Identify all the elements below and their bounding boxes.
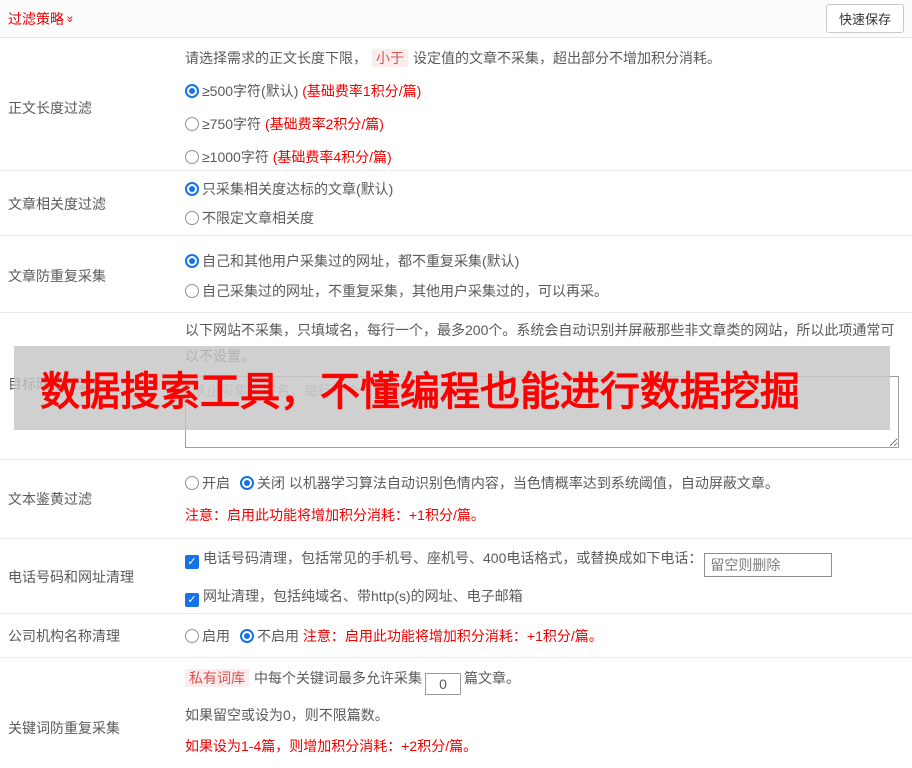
radio-porn-off[interactable]: [240, 476, 254, 490]
radio-relevance-any[interactable]: [185, 211, 199, 225]
option-relevance-default[interactable]: 只采集相关度达标的文章(默认): [185, 179, 900, 199]
option-1000-text: ≥1000字符: [202, 149, 269, 165]
porn-filter-label: 文本鉴黄过滤: [8, 491, 92, 507]
phone-cleanup-text: 电话号码清理，包括常见的手机号、座机号、400电话格式，或替换成如下电话：: [203, 550, 703, 566]
intro-before: 请选择需求的正文长度下限，: [185, 50, 367, 66]
porn-filter-options: 开启 关闭 以机器学习算法自动识别色情内容，当色情概率达到系统阈值，自动屏蔽文章。: [185, 473, 900, 493]
keyword-note-fee: 如果设为1-4篇，则增加积分消耗：+2积分/篇。: [185, 738, 478, 754]
replacement-phone-input[interactable]: [704, 553, 833, 577]
row-phone-url-cleanup: 电话号码和网址清理 ✓ 电话号码清理，包括常见的手机号、座机号、400电话格式，或…: [0, 539, 912, 614]
radio-company-off[interactable]: [240, 629, 254, 643]
promo-banner-overlay: 数据搜索工具，不懂编程也能进行数据挖掘: [14, 346, 890, 430]
phone-url-content: ✓ 电话号码清理，包括常见的手机号、座机号、400电话格式，或替换成如下电话： ✓…: [185, 547, 912, 607]
option-1000-fee-note: (基础费率4积分/篇): [272, 149, 392, 165]
less-than-tag: 小于: [372, 49, 408, 67]
company-cleanup-content: 启用 不启用 注意：启用此功能将增加积分消耗：+1积分/篇。: [185, 625, 912, 647]
content-length-options: 请选择需求的正文长度下限， 小于 设定值的文章不采集，超出部分不增加积分消耗。 ≥5…: [185, 48, 912, 167]
keyword-limit-line: 私有词库中每个关键词最多允许采集 篇文章。: [185, 667, 900, 695]
company-cleanup-label: 公司机构名称清理: [8, 628, 120, 644]
keyword-limit-before: 中每个关键词最多允许采集: [254, 670, 422, 686]
porn-filter-note: 注意：启用此功能将增加积分消耗：+1积分/篇。: [185, 507, 485, 523]
promo-banner-text: 数据搜索工具，不懂编程也能进行数据挖掘: [40, 370, 800, 414]
porn-on-text: 开启: [202, 475, 230, 491]
phone-url-label: 电话号码和网址清理: [8, 569, 134, 585]
porn-off-text: 关闭: [257, 475, 285, 491]
radio-relevance-default[interactable]: [185, 182, 199, 196]
keyword-dedup-label: 关键词防重复采集: [8, 719, 120, 736]
option-relevance-any-text: 不限定文章相关度: [202, 210, 314, 226]
radio-500-chars[interactable]: [185, 84, 199, 98]
radio-company-on[interactable]: [185, 629, 199, 643]
phone-cleanup-option: ✓ 电话号码清理，包括常见的手机号、座机号、400电话格式，或替换成如下电话：: [185, 547, 900, 577]
option-750-text: ≥750字符: [202, 116, 262, 132]
option-dedup-self-text: 自己采集过的网址，不重复采集，其他用户采集过的，可以再采。: [202, 283, 608, 299]
company-off-text: 不启用: [257, 628, 299, 644]
option-dedup-self[interactable]: 自己采集过的网址，不重复采集，其他用户采集过的，可以再采。: [185, 281, 900, 301]
private-lexicon-tag: 私有词库: [185, 669, 249, 687]
page-title[interactable]: 过滤策略 »: [8, 9, 78, 29]
relevance-label: 文章相关度过滤: [8, 195, 106, 212]
radio-dedup-all[interactable]: [185, 254, 199, 268]
porn-filter-content: 开启 关闭 以机器学习算法自动识别色情内容，当色情概率达到系统阈值，自动屏蔽文章。…: [185, 473, 912, 525]
row-relevance-filter: 文章相关度过滤 只采集相关度达标的文章(默认) 不限定文章相关度: [0, 171, 912, 236]
radio-1000-chars[interactable]: [185, 150, 199, 164]
quick-save-button[interactable]: 快速保存: [825, 4, 904, 33]
row-keyword-dedup: 关键词防重复采集 私有词库中每个关键词最多允许采集 篇文章。 如果留空或设为0，则…: [0, 658, 912, 768]
page-title-text: 过滤策略: [8, 10, 64, 27]
keyword-note-unlimited: 如果留空或设为0，则不限篇数。: [185, 707, 389, 723]
chevron-down-icon: »: [63, 15, 78, 22]
option-750-fee-note: (基础费率2积分/篇): [264, 116, 384, 132]
row-porn-filter: 文本鉴黄过滤 开启 关闭 以机器学习算法自动识别色情内容，当色情概率达到系统阈值，…: [0, 460, 912, 539]
relevance-options: 只采集相关度达标的文章(默认) 不限定文章相关度: [185, 179, 912, 228]
keyword-dedup-content: 私有词库中每个关键词最多允许采集 篇文章。 如果留空或设为0，则不限篇数。 如果设…: [185, 667, 912, 768]
radio-750-chars[interactable]: [185, 117, 199, 131]
content-length-label: 正文长度过滤: [8, 99, 92, 116]
row-content-length-filter: 正文长度过滤 请选择需求的正文长度下限， 小于 设定值的文章不采集，超出部分不增加积…: [0, 38, 912, 171]
keyword-limit-input[interactable]: [425, 673, 461, 695]
porn-filter-desc: 以机器学习算法自动识别色情内容，当色情概率达到系统阈值，自动屏蔽文章。: [288, 475, 779, 491]
option-relevance-default-text: 只采集相关度达标的文章(默认): [202, 181, 394, 197]
dedup-label: 文章防重复采集: [8, 268, 106, 284]
option-500-fee-note: (基础费率1积分/篇): [302, 83, 422, 99]
radio-dedup-self[interactable]: [185, 284, 199, 298]
company-cleanup-note: 注意：启用此功能将增加积分消耗：+1积分/篇。: [302, 628, 603, 644]
dedup-options: 自己和其他用户采集过的网址，都不重复采集(默认) 自己采集过的网址，不重复采集，…: [185, 251, 912, 301]
option-dedup-all[interactable]: 自己和其他用户采集过的网址，都不重复采集(默认): [185, 251, 900, 271]
page-header: 过滤策略 » 快速保存: [0, 0, 912, 38]
keyword-limit-after: 篇文章。: [464, 670, 520, 686]
intro-after: 设定值的文章不采集，超出部分不增加积分消耗。: [413, 50, 721, 66]
option-dedup-all-text: 自己和其他用户采集过的网址，都不重复采集(默认): [202, 253, 520, 269]
option-500-chars[interactable]: ≥500字符(默认) (基础费率1积分/篇): [185, 81, 900, 101]
radio-porn-on[interactable]: [185, 476, 199, 490]
url-cleanup-text: 网址清理，包括纯域名、带http(s)的网址、电子邮箱: [203, 588, 523, 604]
filter-strategy-page: 过滤策略 » 快速保存 正文长度过滤 请选择需求的正文长度下限， 小于 设定值的文章…: [0, 0, 912, 768]
row-company-cleanup: 公司机构名称清理 启用 不启用 注意：启用此功能将增加积分消耗：+1积分/篇。: [0, 614, 912, 658]
checkbox-phone-cleanup[interactable]: ✓: [185, 555, 199, 569]
option-500-text: ≥500字符(默认): [202, 83, 299, 99]
row-dedup-collection: 文章防重复采集 自己和其他用户采集过的网址，都不重复采集(默认) 自己采集过的网…: [0, 236, 912, 313]
content-length-intro: 请选择需求的正文长度下限， 小于 设定值的文章不采集，超出部分不增加积分消耗。: [185, 48, 900, 68]
option-1000-chars[interactable]: ≥1000字符 (基础费率4积分/篇): [185, 147, 900, 167]
url-cleanup-option: ✓ 网址清理，包括纯域名、带http(s)的网址、电子邮箱: [185, 585, 900, 607]
company-cleanup-options: 启用 不启用 注意：启用此功能将增加积分消耗：+1积分/篇。: [185, 625, 900, 647]
option-750-chars[interactable]: ≥750字符 (基础费率2积分/篇): [185, 114, 900, 134]
company-on-text: 启用: [202, 628, 230, 644]
checkbox-url-cleanup[interactable]: ✓: [185, 593, 199, 607]
option-relevance-any[interactable]: 不限定文章相关度: [185, 208, 900, 228]
